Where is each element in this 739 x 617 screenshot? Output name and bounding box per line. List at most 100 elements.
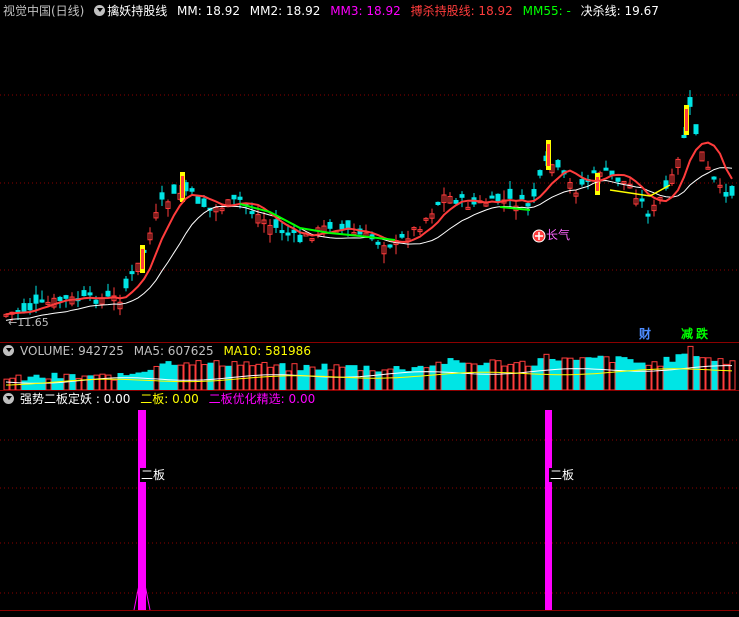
candle-body (285, 232, 291, 236)
volume-bar (453, 360, 460, 390)
volume-bar (99, 373, 106, 390)
erban-label-b: 二板 (549, 468, 576, 482)
volume-bar (213, 360, 220, 390)
candle-body (297, 234, 303, 243)
volume-bar (663, 356, 670, 390)
volume-bar (627, 359, 634, 390)
bosha-value: 搏杀持股线: 18.92 (410, 4, 513, 18)
volume-bar (159, 363, 166, 390)
volume-bar (117, 373, 124, 390)
candle-body (93, 299, 99, 304)
volume-panel[interactable]: VOLUME: 942725 MA5: 607625 MA10: 581986 (0, 342, 739, 390)
candle-body (249, 211, 255, 215)
volume-bar (153, 365, 160, 390)
volume-bar (183, 362, 190, 390)
volume-bar (57, 378, 64, 390)
candle-body (339, 223, 345, 230)
volume-bar (81, 375, 88, 390)
volume-bar (501, 365, 508, 390)
volume-bar (657, 365, 664, 390)
candle-body (519, 194, 525, 200)
volume-bar (531, 365, 538, 390)
vol-ma5-value: MA5: 607625 (133, 344, 214, 358)
volume-bar (429, 365, 436, 390)
indicator-collapse-icon[interactable] (94, 5, 106, 16)
volume-bar (207, 362, 214, 390)
candle-body (399, 234, 405, 238)
volume-bar (423, 367, 430, 390)
volume-header: VOLUME: 942725 MA5: 607625 MA10: 581986 (3, 343, 317, 359)
mm-value: MM: 18.92 (177, 4, 240, 18)
volume-bar (567, 357, 574, 390)
red-hold-line (5, 141, 733, 316)
candle-body (507, 188, 513, 199)
indicator-panel[interactable]: 强势二板定妖 : 0.00 二板: 0.00 二板优化精选: 0.00 二板 二… (0, 390, 739, 616)
volume-bar (615, 356, 622, 390)
indicator-name[interactable]: 擒妖持股线 (107, 4, 167, 18)
candle-body (189, 188, 195, 192)
candle-body (693, 124, 699, 135)
volume-bar (141, 371, 148, 390)
volume-bar (105, 374, 112, 390)
candle-body (171, 184, 177, 194)
candle-body (327, 222, 333, 229)
volume-bar (675, 354, 682, 390)
volume-bar (459, 362, 466, 390)
volume-bar (435, 361, 442, 390)
indicator-title: 强势二板定妖 : 0.00 (20, 392, 131, 406)
volume-bar (681, 353, 688, 390)
highlight-candle-core (596, 177, 599, 191)
indicator-header: 强势二板定妖 : 0.00 二板: 0.00 二板优化精选: 0.00 (3, 391, 321, 407)
volume-bar (633, 362, 640, 390)
volume-bar (177, 364, 184, 390)
volume-bar (9, 377, 16, 390)
highlight-candle-core (181, 176, 184, 198)
candle-body (129, 271, 135, 275)
candle-body (579, 179, 585, 185)
volume-bar (393, 366, 400, 390)
flag-cai: 财 (639, 327, 652, 341)
volume-bar (477, 365, 484, 390)
candlestick-chart[interactable] (0, 0, 739, 342)
volume-bar (285, 370, 292, 390)
candle-body (33, 294, 39, 304)
flag-jian: 减 (681, 327, 694, 341)
candle-body (711, 176, 717, 180)
volume-bar (717, 358, 724, 390)
volume-bar (303, 364, 310, 390)
candle-body (453, 199, 459, 204)
volume-bar (471, 363, 478, 390)
stock-title: 视觉中国(日线) (3, 4, 85, 18)
indicator-chart[interactable] (0, 390, 739, 616)
volume-bar (189, 364, 196, 390)
volume-collapse-icon[interactable] (3, 345, 14, 356)
highlight-candle-core (141, 249, 144, 269)
candle-body (459, 194, 465, 198)
volume-bar (297, 370, 304, 390)
volume-bar (135, 372, 142, 390)
candle-body (159, 192, 165, 200)
candle-body (525, 203, 531, 207)
volume-bar (315, 369, 322, 390)
mm55-value: MM55: - (522, 4, 571, 18)
price-panel[interactable]: 视觉中国(日线) 擒妖持股线 MM: 18.92 MM2: 18.92 MM3:… (0, 0, 739, 342)
candle-body (435, 201, 441, 206)
candle-body (57, 296, 63, 301)
candle-body (201, 198, 207, 207)
volume-bar (519, 360, 526, 390)
volume-bar (69, 374, 76, 390)
volume-bar (441, 363, 448, 390)
candle-body (279, 230, 285, 234)
volume-bar (699, 357, 706, 390)
candle-body (237, 196, 243, 200)
mm2-value: MM2: 18.92 (249, 4, 321, 18)
volume-bar (447, 358, 454, 390)
volume-bar (231, 361, 238, 390)
yellow-hold-segment (609, 184, 671, 197)
volume-bar (45, 378, 52, 390)
candle-body (489, 195, 495, 199)
candle-body (603, 167, 609, 171)
indicator-collapse-icon[interactable] (3, 393, 14, 404)
volume-bar (561, 357, 568, 390)
volume-bar (483, 362, 490, 390)
